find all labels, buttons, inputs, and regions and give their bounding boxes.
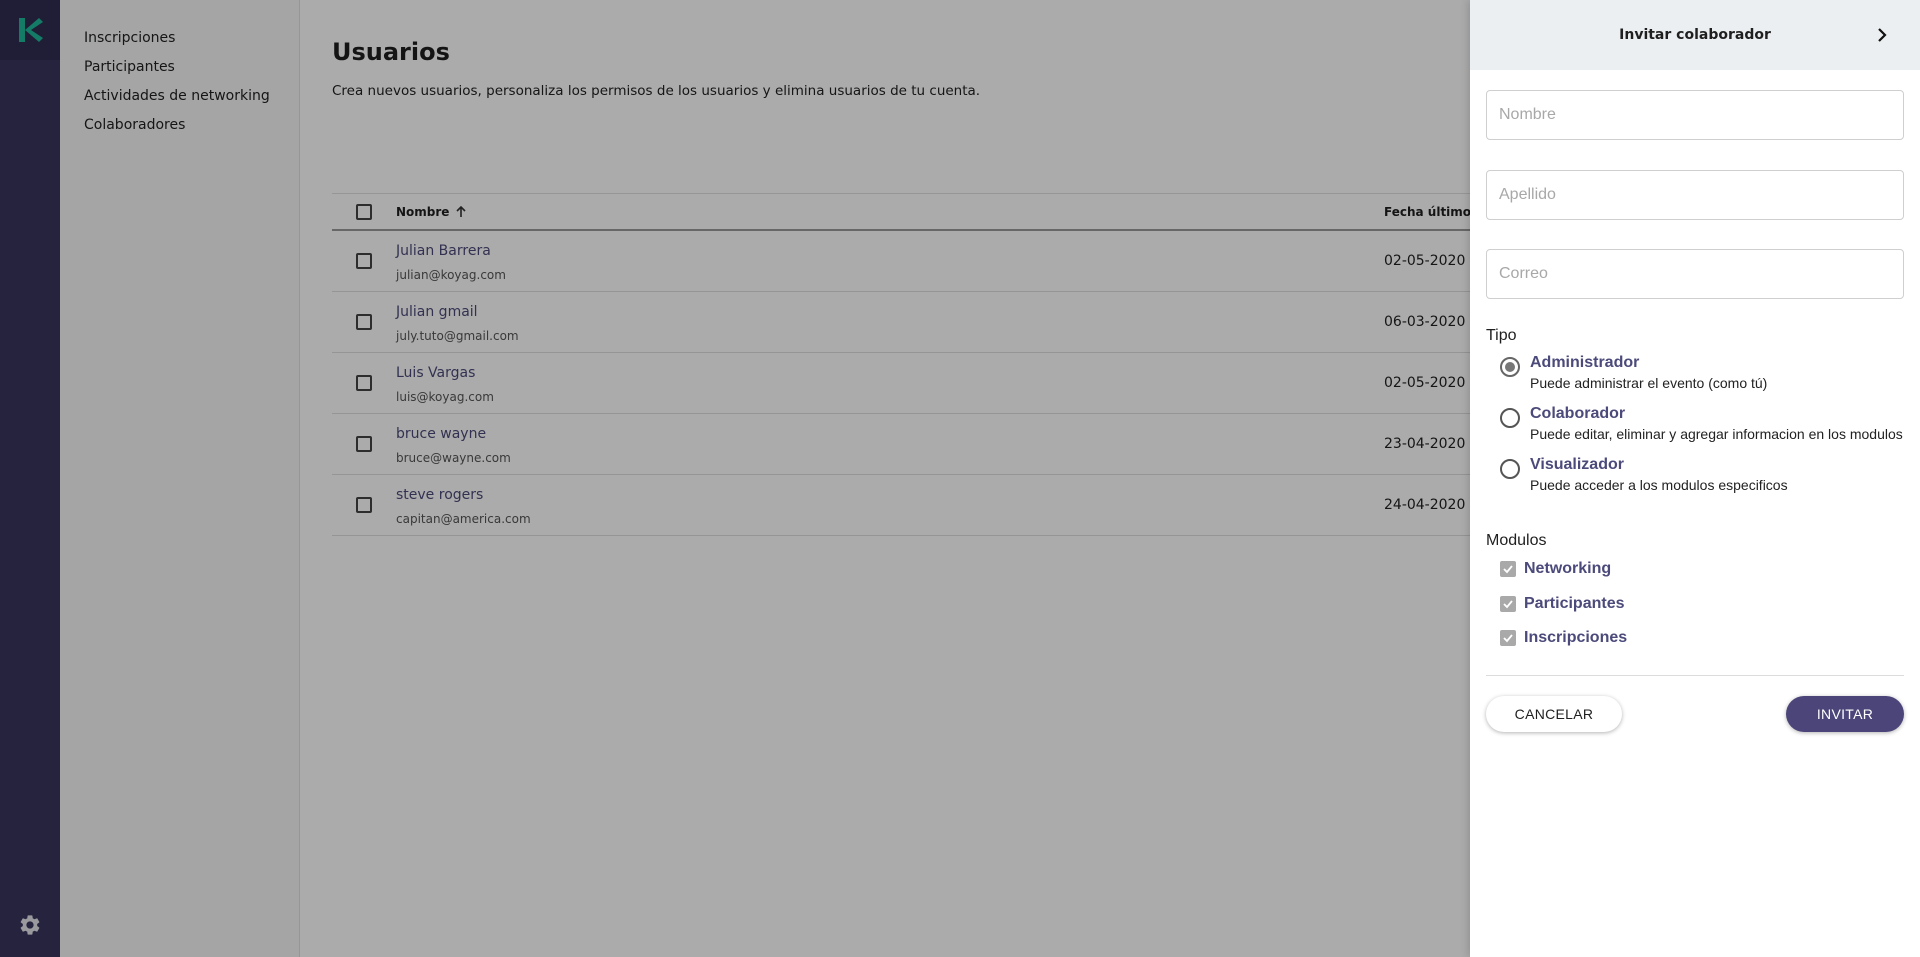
- email-input[interactable]: [1486, 249, 1904, 299]
- radio-administrador[interactable]: [1500, 357, 1520, 377]
- chevron-right-icon: [1878, 28, 1887, 42]
- module-checkbox[interactable]: [1500, 561, 1516, 577]
- module-checkbox[interactable]: [1500, 596, 1516, 612]
- type-label: Administrador: [1530, 354, 1640, 371]
- close-drawer-button[interactable]: [1872, 25, 1892, 45]
- drawer-divider: [1486, 675, 1904, 676]
- drawer-header: Invitar colaborador: [1470, 0, 1920, 70]
- cancel-button[interactable]: CANCELAR: [1486, 696, 1622, 732]
- type-description: Puede acceder a los modulos especificos: [1530, 477, 1788, 493]
- module-checkbox[interactable]: [1500, 630, 1516, 646]
- drawer-title: Invitar colaborador: [1619, 27, 1771, 43]
- first-name-input[interactable]: [1486, 90, 1904, 140]
- checkmark-icon: [1503, 600, 1513, 609]
- invite-button[interactable]: INVITAR: [1786, 696, 1904, 732]
- module-label: Networking: [1524, 560, 1612, 577]
- radio-visualizador[interactable]: [1500, 459, 1520, 479]
- type-option-colaborador[interactable]: Colaborador Puede editar, eliminar y agr…: [1500, 405, 1910, 447]
- checkmark-icon: [1503, 634, 1513, 643]
- type-section-title: Tipo: [1486, 327, 1517, 344]
- module-label: Inscripciones: [1524, 629, 1628, 646]
- type-option-visualizador[interactable]: Visualizador Puede acceder a los modulos…: [1500, 456, 1910, 498]
- type-description: Puede administrar el evento (como tú): [1530, 375, 1768, 391]
- modules-section-title: Modulos: [1486, 532, 1547, 549]
- last-name-input[interactable]: [1486, 170, 1904, 220]
- type-option-administrador[interactable]: Administrador Puede administrar el event…: [1500, 354, 1910, 396]
- module-label: Participantes: [1524, 595, 1625, 612]
- checkmark-icon: [1503, 565, 1513, 574]
- radio-colaborador[interactable]: [1500, 408, 1520, 428]
- type-label: Colaborador: [1530, 405, 1626, 422]
- invite-collaborator-drawer: Invitar colaborador Tipo Administrador P…: [1470, 0, 1920, 957]
- modal-backdrop[interactable]: [0, 0, 1470, 957]
- type-description: Puede editar, eliminar y agregar informa…: [1530, 426, 1903, 442]
- type-label: Visualizador: [1530, 456, 1624, 473]
